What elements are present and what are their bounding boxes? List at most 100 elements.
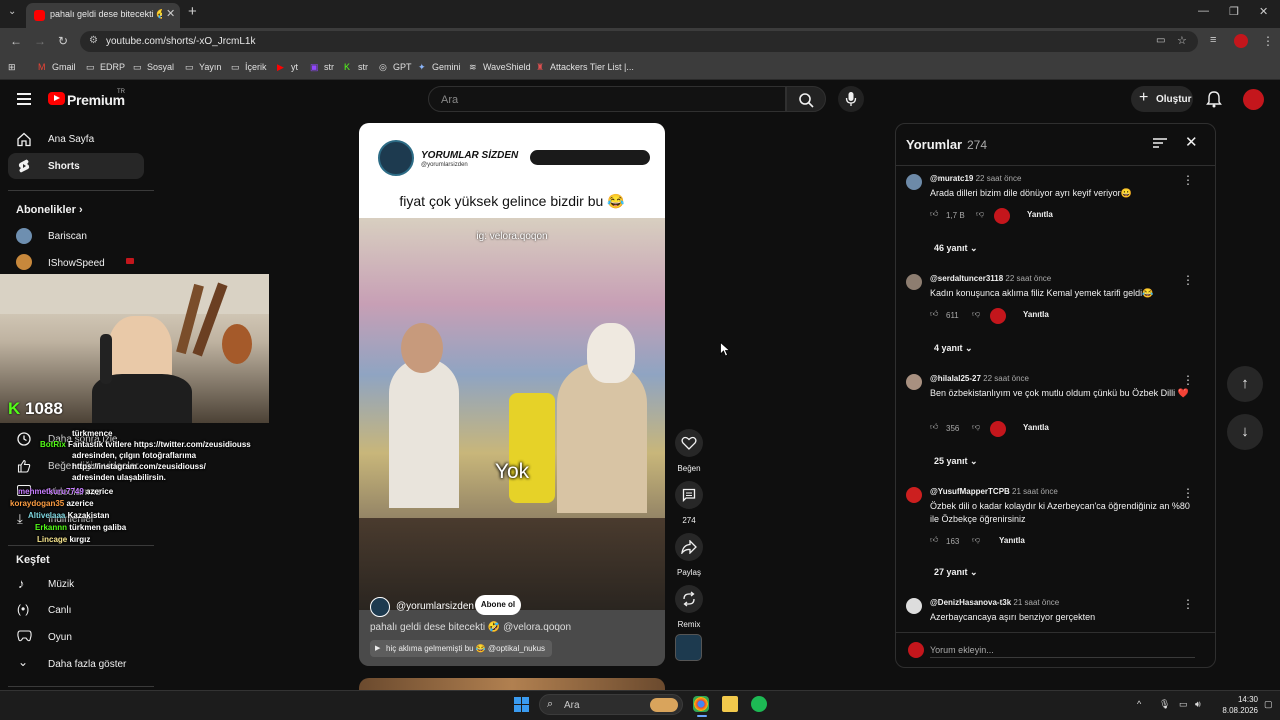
previous-short-button[interactable]: ↑ <box>1227 366 1263 402</box>
tab-search-chevron-icon[interactable]: ⌄ <box>8 6 16 17</box>
create-button[interactable]: + Oluştur <box>1131 86 1193 112</box>
thumbs-up-icon[interactable]: 👍︎ <box>930 422 942 432</box>
bookmark-gmail[interactable]: M Gmail <box>38 62 76 72</box>
comment-author[interactable]: @YusufMapperTCPB 21 saat önce <box>930 487 1058 496</box>
sort-icon[interactable] <box>1153 137 1167 149</box>
channel-avatar[interactable] <box>370 597 390 617</box>
search-input[interactable]: Ara <box>441 94 458 106</box>
remix-button[interactable]: Remix <box>674 585 704 629</box>
view-replies-button[interactable]: 46 yanıt ⌄ <box>934 243 978 254</box>
music-link[interactable]: hiç aklıma gelmemişti bu 😂 @optikal_nuku… <box>370 640 553 657</box>
comments-button[interactable]: 274 <box>674 481 704 525</box>
notifications-bell-icon[interactable] <box>1206 90 1222 108</box>
avatar[interactable] <box>906 487 922 503</box>
avatar[interactable] <box>906 598 922 614</box>
comment-more-icon[interactable]: ⋮ <box>1182 597 1194 611</box>
tab-close-icon[interactable]: ✕ <box>166 7 175 20</box>
sidebar-item-music[interactable]: Müzik <box>48 579 74 590</box>
bookmark-attackers-tier-list[interactable]: ♜ Attackers Tier List |... <box>536 62 634 73</box>
comment-more-icon[interactable]: ⋮ <box>1182 273 1194 287</box>
comment-more-icon[interactable]: ⋮ <box>1182 373 1194 387</box>
tray-overflow-icon[interactable]: ^ <box>1137 699 1141 709</box>
voice-search-button[interactable] <box>838 86 864 112</box>
sidebar-item-bariscan[interactable]: Bariscan <box>48 231 87 242</box>
comment-author[interactable]: @muratc19 22 saat önce <box>930 174 1021 183</box>
sidebar-item-live[interactable]: Canlı <box>48 605 71 616</box>
reply-button[interactable]: Yanıtla <box>1027 210 1053 219</box>
avatar[interactable] <box>906 374 922 390</box>
thumbs-down-icon[interactable]: 👎︎ <box>972 422 980 432</box>
bookmark-yt[interactable]: ▶ yt <box>277 62 298 73</box>
next-short-button[interactable]: ↓ <box>1227 414 1263 450</box>
comment-author[interactable]: @hilalal25-27 22 saat önce <box>930 374 1029 383</box>
close-window-icon[interactable]: ✕ <box>1259 5 1268 18</box>
bookmark-str-kick[interactable]: Kstr <box>344 62 368 72</box>
channel-name[interactable]: @yorumlarsizden <box>396 601 474 612</box>
url-bar[interactable]: ⚙ youtube.com/shorts/-xO_JrcmL1k ▭ ☆ <box>80 31 1198 52</box>
reply-button[interactable]: Yanıtla <box>1023 310 1049 319</box>
comment-author[interactable]: @serdaltuncer3118 22 saat önce <box>930 274 1051 283</box>
bookmark-gemini[interactable]: ✦ Gemini <box>418 62 461 73</box>
profile-avatar[interactable] <box>1234 34 1248 48</box>
view-replies-button[interactable]: 4 yanıt ⌄ <box>934 343 973 354</box>
forward-icon[interactable]: → <box>34 34 46 48</box>
notifications-icon[interactable]: ▢ <box>1264 699 1273 710</box>
sidebar-item-home[interactable]: Ana Sayfa <box>8 126 144 152</box>
bookmark-str-twitch[interactable]: ▣ str <box>310 62 334 73</box>
view-replies-button[interactable]: 25 yanıt ⌄ <box>934 456 978 467</box>
search-button[interactable] <box>786 86 826 112</box>
chrome-taskbar-icon[interactable] <box>693 696 709 712</box>
view-replies-button[interactable]: 27 yanıt ⌄ <box>934 567 978 578</box>
thumbs-up-icon[interactable]: 👍︎ <box>930 309 942 319</box>
bookmark-waveshield[interactable]: ≋ WaveShield <box>469 62 531 73</box>
windows-start-icon[interactable] <box>514 697 529 712</box>
comment-more-icon[interactable]: ⋮ <box>1182 173 1194 187</box>
bookmark-edrp[interactable]: ▭ EDRP <box>86 62 125 73</box>
thumbs-down-icon[interactable]: 👎︎ <box>972 535 980 545</box>
thumbs-down-icon[interactable]: 👎︎ <box>972 309 980 319</box>
reload-icon[interactable]: ↻ <box>58 34 68 48</box>
spotify-taskbar-icon[interactable] <box>751 696 767 712</box>
volume-icon[interactable]: 🔊︎ <box>1195 699 1201 710</box>
reply-button[interactable]: Yanıtla <box>1023 423 1049 432</box>
youtube-logo-icon[interactable] <box>48 92 65 105</box>
subscribe-button[interactable]: Abone ol <box>475 595 521 615</box>
reply-button[interactable]: Yanıtla <box>999 536 1025 545</box>
back-icon[interactable]: ← <box>10 34 22 48</box>
bookmark-yayin[interactable]: ▭ Yayın <box>185 62 221 73</box>
subscriptions-heading[interactable]: Abonelikler › <box>16 204 83 216</box>
taskbar-clock[interactable]: 14:30 8.08.2026 <box>1214 694 1258 716</box>
file-explorer-taskbar-icon[interactable] <box>722 696 738 712</box>
bookmark-star-icon[interactable]: ☆ <box>1177 34 1187 47</box>
close-panel-icon[interactable]: ✕ <box>1185 133 1198 151</box>
apps-grid-icon[interactable]: ⊞ <box>8 62 16 73</box>
mic-tray-icon[interactable]: 🎙︎ <box>1159 699 1170 710</box>
show-more-button[interactable]: Daha fazla göster <box>48 659 126 670</box>
minimize-icon[interactable]: — <box>1198 5 1209 17</box>
site-info-icon[interactable]: ⚙ <box>89 35 98 46</box>
sound-source-thumbnail[interactable] <box>675 634 702 661</box>
taskbar-search[interactable]: ⌕ Ara <box>539 694 683 715</box>
search-box[interactable]: Ara <box>428 86 786 112</box>
sidebar-item-shorts[interactable]: Shorts <box>8 153 144 179</box>
add-comment-input[interactable] <box>930 642 1195 658</box>
comment-author[interactable]: @DenizHasanova-t3k 21 saat önce <box>930 598 1059 607</box>
share-button[interactable]: Paylaş <box>674 533 704 577</box>
browser-menu-icon[interactable]: ⋮ <box>1262 34 1274 48</box>
avatar[interactable] <box>906 274 922 290</box>
bookmark-icerik[interactable]: ▭ İçerik <box>231 62 267 73</box>
sidebar-item-ishowspeed[interactable]: IShowSpeed <box>48 258 105 269</box>
sidebar-item-gaming[interactable]: Oyun <box>48 632 72 643</box>
network-icon[interactable]: ▭ <box>1179 699 1188 710</box>
maximize-icon[interactable]: ❐ <box>1229 5 1239 18</box>
short-title[interactable]: pahalı geldi dese bitecekti 🤣 @velora.qo… <box>370 622 571 633</box>
media-controls-icon[interactable]: ≡ <box>1210 34 1216 46</box>
bookmark-gpt[interactable]: ◎ GPT <box>379 62 412 73</box>
next-short-preview[interactable] <box>359 678 665 690</box>
cast-icon[interactable]: ▭ <box>1156 35 1165 46</box>
account-avatar[interactable] <box>1243 89 1264 110</box>
browser-tab-active[interactable]: pahalı geldi dese bitecekti 🤣 ✕ <box>26 3 180 28</box>
comment-more-icon[interactable]: ⋮ <box>1182 486 1194 500</box>
avatar[interactable] <box>906 174 922 190</box>
thumbs-up-icon[interactable]: 👍︎ <box>930 209 942 219</box>
